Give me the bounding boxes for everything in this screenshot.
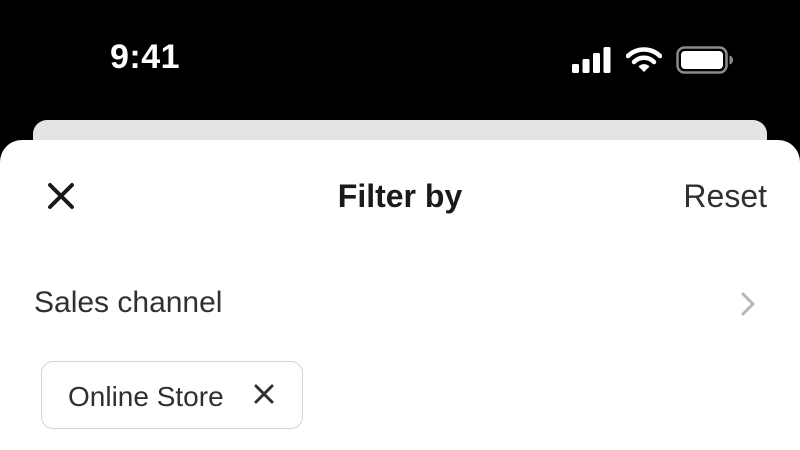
screen: 9:41 Filter by Reset Sales channel Onlin… xyxy=(0,0,800,450)
sheet-title: Filter by xyxy=(337,178,463,214)
status-icons xyxy=(572,44,734,76)
close-icon xyxy=(253,383,275,410)
filter-sheet: Filter by Reset Sales channel Online Sto… xyxy=(0,140,800,450)
chip-remove-button[interactable] xyxy=(250,382,278,410)
status-time: 9:41 xyxy=(110,38,181,76)
filter-row-label: Sales channel xyxy=(34,286,223,319)
chevron-right-icon xyxy=(736,290,760,318)
battery-icon xyxy=(676,46,734,74)
selected-filter-chip: Online Store xyxy=(41,361,303,429)
chip-label: Online Store xyxy=(68,381,224,412)
filter-row-sales-channel[interactable]: Sales channel xyxy=(0,272,800,332)
reset-button[interactable]: Reset xyxy=(683,178,767,215)
cellular-signal-icon xyxy=(572,47,612,73)
status-bar: 9:41 xyxy=(0,0,800,120)
wifi-icon xyxy=(626,47,662,73)
